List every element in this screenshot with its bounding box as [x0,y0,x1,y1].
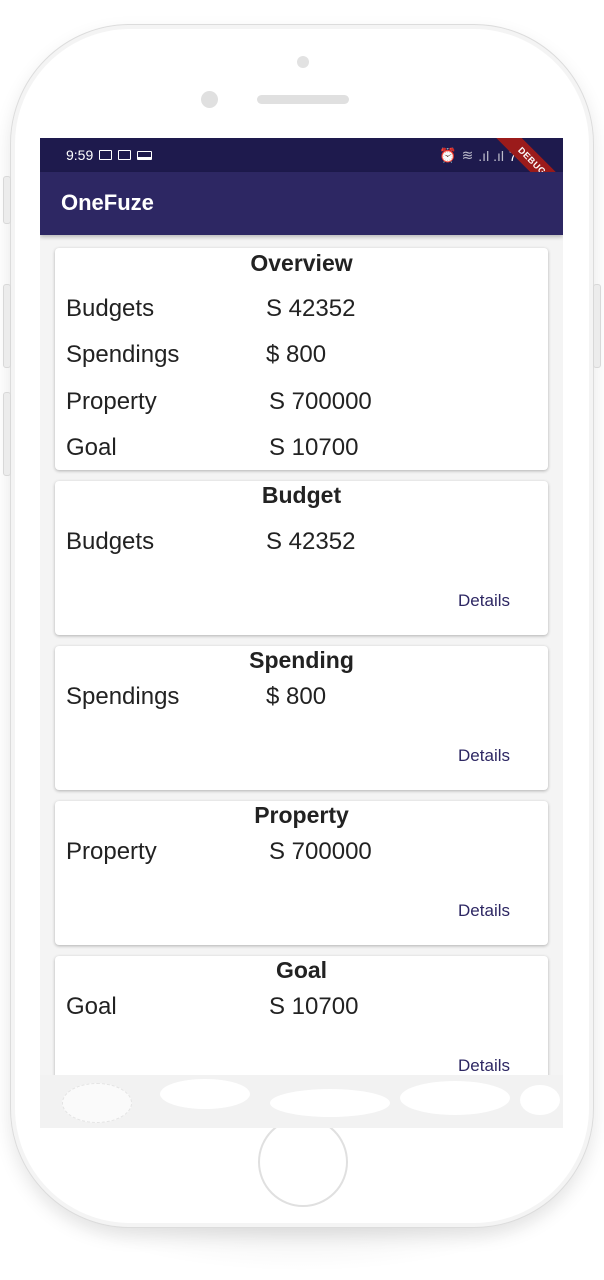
nav-blob [160,1079,250,1109]
nav-blob [520,1085,560,1115]
overview-property-label: Property [66,388,157,415]
signal-icon: .ıl .ıl [478,147,504,164]
property-card-value: S 700000 [269,838,372,865]
spending-card: Spending Spendings $ 800 Details [55,646,548,790]
goal-card-title: Goal [275,957,328,983]
property-card-title: Property [254,802,349,828]
spending-card-value: $ 800 [266,683,327,710]
wifi-icon: ≋ [461,147,474,163]
phone-earpiece [257,95,349,104]
nav-blob [62,1083,132,1123]
goal-card-label: Goal [66,993,117,1020]
overview-property-value: S 700000 [269,388,372,415]
status-bar: 9:59 ⏰ ≋ .ıl .ıl 74% DEBUG [40,138,563,207]
laptop-icon [137,150,153,160]
property-details-button[interactable]: Details [458,901,510,921]
budget-card-label: Budgets [66,528,155,555]
overview-goal-value: S 10700 [269,434,359,461]
phone-volume-down-button [3,392,11,476]
property-card-label: Property [66,838,157,865]
budget-card-title: Budget [261,482,342,508]
nav-blob [270,1089,390,1117]
image-icon [99,150,113,160]
spending-card-title: Spending [249,647,354,673]
app-screen: 9:59 ⏰ ≋ .ıl .ıl 74% DEBUG OneFuze Overv… [40,138,563,1128]
phone-mute-switch [3,176,11,224]
overview-title: Overview [250,250,353,276]
budget-details-button[interactable]: Details [458,591,510,611]
budget-card-value: S 42352 [266,528,356,555]
phone-home-button[interactable] [258,1117,348,1207]
phone-volume-up-button [3,284,11,368]
overview-budgets-label: Budgets [66,295,155,322]
overview-budgets-value: S 42352 [266,295,356,322]
overview-goal-label: Goal [66,434,117,461]
phone-sensor [297,56,309,68]
overview-spendings-value: $ 800 [266,341,327,368]
budget-card: Budget Budgets S 42352 Details [55,481,548,635]
spending-details-button[interactable]: Details [458,746,510,766]
goal-card: Goal Goal S 10700 Details [55,956,548,1075]
overview-card: Overview Budgets S 42352 Spendings $ 800… [55,248,548,470]
status-bar-left: 9:59 [66,147,153,163]
status-time: 9:59 [66,147,94,163]
navigation-bar-area [40,1075,563,1128]
spending-card-label: Spendings [66,683,180,710]
goal-card-value: S 10700 [269,993,359,1020]
phone-power-button [593,284,601,368]
phone-front-camera [201,91,218,108]
app-bar: OneFuze [40,172,563,235]
property-card: Property Property S 700000 Details [55,801,548,945]
card-list[interactable]: Overview Budgets S 42352 Spendings $ 800… [40,235,563,1075]
card-icon [118,150,132,160]
goal-details-button[interactable]: Details [458,1056,510,1075]
alarm-icon: ⏰ [439,147,457,163]
app-title: OneFuze [61,190,154,215]
overview-spendings-label: Spendings [66,341,180,368]
nav-blob [400,1081,510,1115]
